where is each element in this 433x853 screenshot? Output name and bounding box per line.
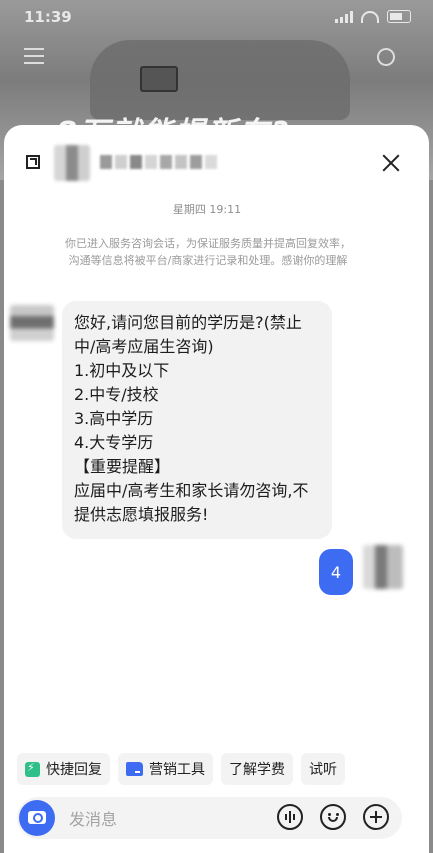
status-time: 11:39 <box>24 8 72 26</box>
menu-icon <box>24 48 44 69</box>
message-line: 4.大专学历 <box>74 433 154 452</box>
learn-tuition-button[interactable]: 了解学费 <box>221 753 293 785</box>
message-line: 【重要提醒】 <box>74 457 171 476</box>
status-icons <box>335 10 411 23</box>
user-avatar <box>363 545 403 589</box>
screen: 8万就能提新车? 11:39 星期四 19:11 你已进入服务咨询会话，为保证服… <box>0 0 433 853</box>
folder-icon <box>126 762 143 776</box>
merchant-name-redacted <box>100 155 220 171</box>
marketing-tools-button[interactable]: 营销工具 <box>118 753 213 785</box>
voice-icon[interactable] <box>277 804 303 830</box>
message-input-bar <box>17 797 402 839</box>
battery-icon <box>387 10 411 23</box>
wifi-icon <box>361 10 379 23</box>
chat-sheet: 星期四 19:11 你已进入服务咨询会话，为保证服务质量并提高回复效率，沟通等信… <box>4 125 429 853</box>
close-icon[interactable] <box>381 153 401 173</box>
marketing-tools-label: 营销工具 <box>149 762 205 778</box>
lightning-icon <box>25 761 40 777</box>
message-line: 应届中/高考生和家长请勿咨询,不提供志愿填报服务! <box>74 481 309 524</box>
learn-tuition-label: 了解学费 <box>229 762 285 778</box>
message-line: 2.中专/技校 <box>74 385 159 404</box>
signal-icon <box>335 10 353 23</box>
chat-header <box>4 145 429 185</box>
service-notice: 你已进入服务咨询会话，为保证服务质量并提高回复效率，沟通等信息将被平台/商家进行… <box>65 237 351 267</box>
merchant-avatar <box>54 145 90 181</box>
quick-reply-label: 快捷回复 <box>46 762 102 778</box>
date-label: 星期四 19:11 <box>172 203 242 216</box>
camera-icon[interactable] <box>19 800 55 836</box>
trial-class-button[interactable]: 试听 <box>301 753 345 785</box>
quick-reply-button[interactable]: 快捷回复 <box>17 753 110 785</box>
status-bar: 11:39 <box>0 0 433 34</box>
search-icon <box>377 48 395 66</box>
bot-message-bubble: 您好,请问您目前的学历是?(禁止中/高考应届生咨询) 1.初中及以下 2.中专/… <box>62 301 332 539</box>
emoji-icon[interactable] <box>320 804 346 830</box>
message-line: 您好,请问您目前的学历是?(禁止中/高考应届生咨询) <box>74 313 302 356</box>
car-plate <box>140 66 178 92</box>
message-line: 1.初中及以下 <box>74 361 170 380</box>
message-line: 3.高中学历 <box>74 409 154 428</box>
message-input[interactable] <box>67 806 271 832</box>
plus-icon[interactable] <box>363 804 389 830</box>
trial-class-label: 试听 <box>309 762 337 778</box>
minimize-icon[interactable] <box>26 155 40 169</box>
user-message-bubble: 4 <box>319 549 353 595</box>
bot-avatar <box>10 305 54 341</box>
quick-action-bar: 快捷回复 营销工具 了解学费 试听 <box>17 753 345 785</box>
